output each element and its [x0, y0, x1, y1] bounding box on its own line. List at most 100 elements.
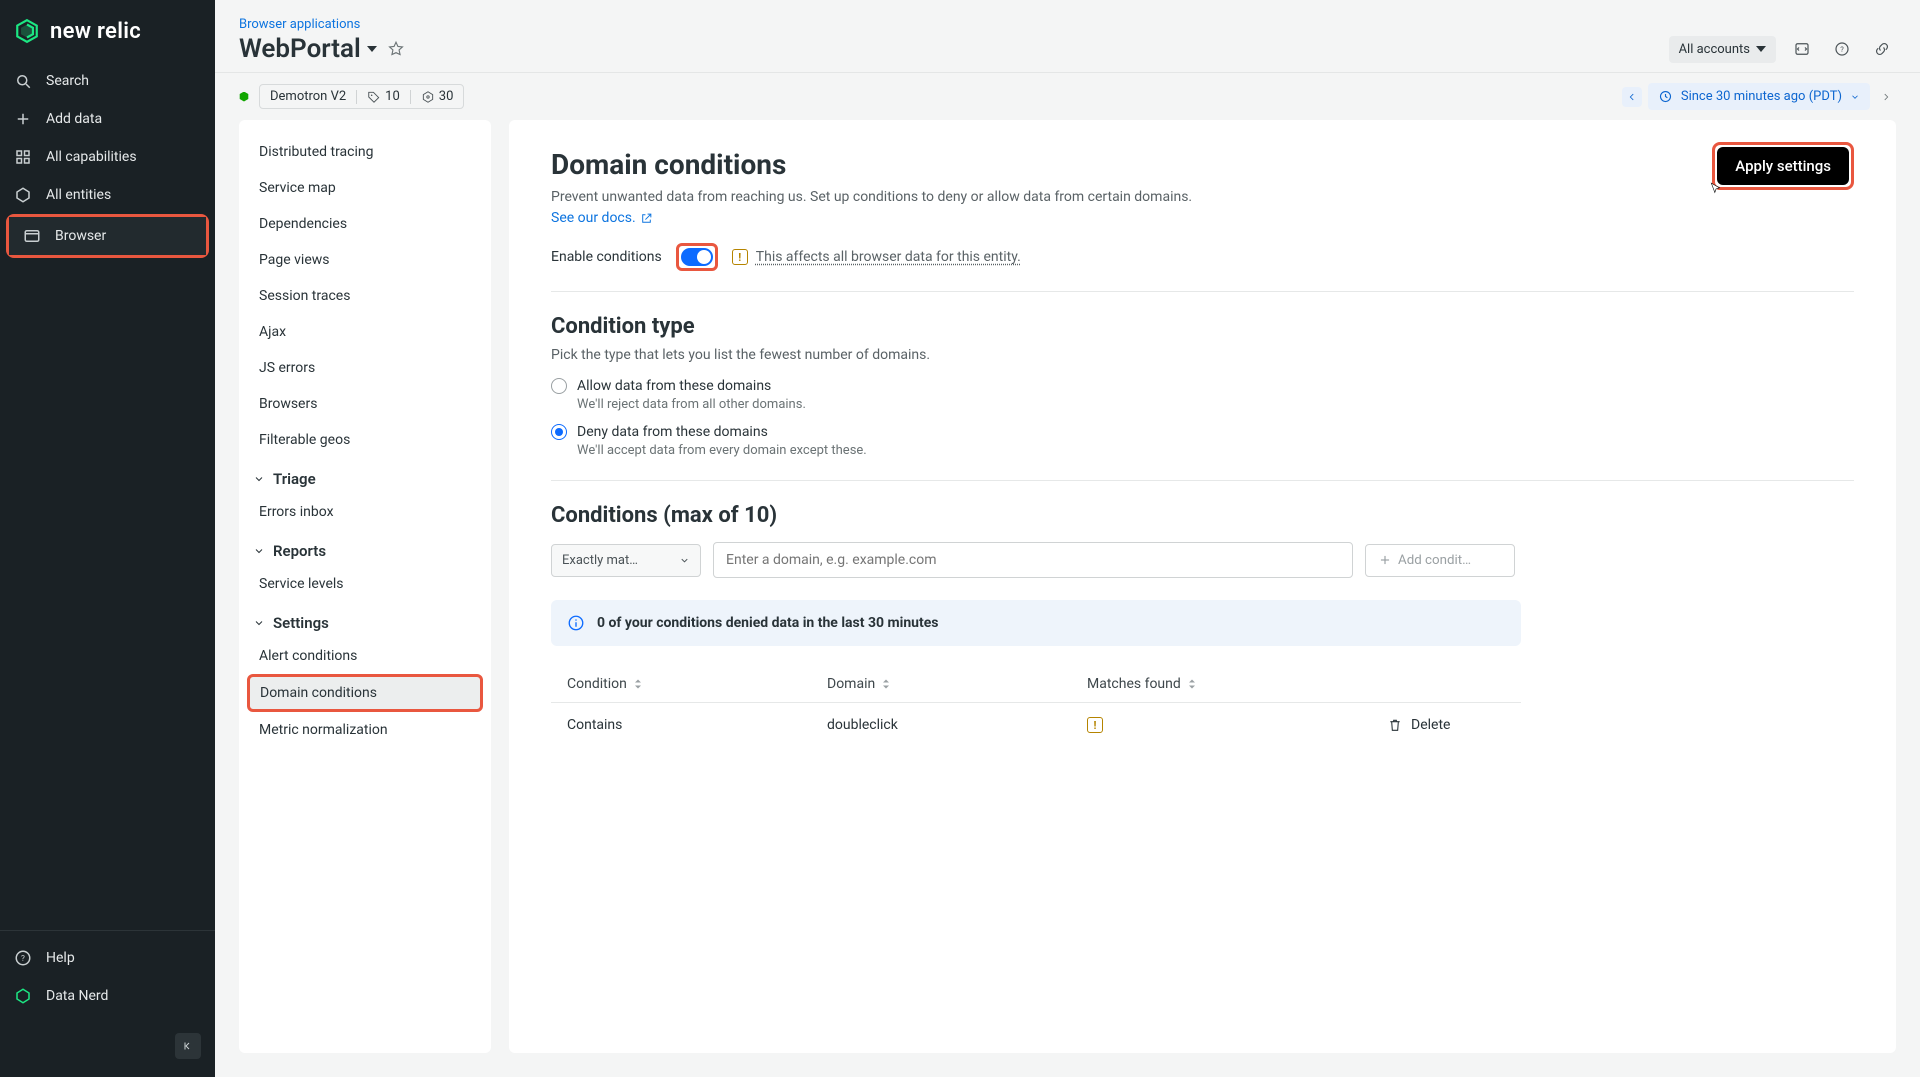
- svg-text:?: ?: [21, 954, 25, 964]
- health-status-icon: [239, 92, 249, 102]
- breadcrumb-link[interactable]: Browser applications: [239, 17, 360, 32]
- nav-label: All capabilities: [46, 149, 137, 165]
- collapse-icon: [182, 1040, 194, 1052]
- chevron-down-icon: [679, 555, 690, 566]
- newrelic-logo-icon: [14, 18, 40, 44]
- time-next-button[interactable]: [1876, 87, 1896, 107]
- nav-browser-highlight: Browser: [6, 214, 209, 258]
- nav-all-entities[interactable]: All entities: [0, 176, 215, 214]
- time-prev-button[interactable]: [1622, 87, 1642, 107]
- inner-nav-item[interactable]: Filterable geos: [247, 422, 483, 458]
- inner-nav-item[interactable]: Service levels: [247, 566, 483, 602]
- inner-nav-item[interactable]: Page views: [247, 242, 483, 278]
- inner-nav-item[interactable]: Ajax: [247, 314, 483, 350]
- info-banner: 0 of your conditions denied data in the …: [551, 600, 1521, 646]
- conditions-heading: Conditions (max of 10): [551, 503, 1854, 528]
- enable-conditions-toggle[interactable]: [681, 248, 713, 266]
- nav-label: Help: [46, 950, 75, 966]
- col-condition[interactable]: Condition: [567, 676, 827, 692]
- inner-nav-item[interactable]: Metric normalization: [247, 712, 483, 748]
- sidebar-footer: ? Help Data Nerd: [0, 930, 215, 1023]
- entity-warning: ! This affects all browser data for this…: [732, 249, 1021, 265]
- table-header: Condition Domain Matches found: [551, 666, 1521, 703]
- chevron-down-icon: [253, 545, 265, 557]
- inner-nav-item[interactable]: Errors inbox: [247, 494, 483, 530]
- tags-chip[interactable]: 10: [367, 89, 400, 104]
- warning-icon: !: [1087, 717, 1103, 733]
- domain-input[interactable]: [713, 542, 1353, 578]
- grid-icon: [14, 148, 32, 166]
- nav-label: Add data: [46, 111, 102, 127]
- inner-nav-domain-conditions[interactable]: Domain conditions: [247, 674, 483, 712]
- brand-logo[interactable]: new relic: [0, 0, 215, 54]
- plus-icon: [14, 110, 32, 128]
- radio-allow[interactable]: Allow data from these domains: [551, 378, 1854, 394]
- cell-condition: Contains: [567, 717, 827, 733]
- group-settings[interactable]: Settings: [247, 602, 483, 638]
- settings-panel: Domain conditions Prevent unwanted data …: [509, 120, 1896, 1053]
- nav-help[interactable]: ? Help: [0, 939, 215, 977]
- nav-all-capabilities[interactable]: All capabilities: [0, 138, 215, 176]
- add-condition-button[interactable]: Add condit…: [1365, 544, 1515, 577]
- inner-nav-item[interactable]: Session traces: [247, 278, 483, 314]
- radio-deny[interactable]: Deny data from these domains: [551, 424, 1854, 440]
- apply-settings-button[interactable]: Apply settings: [1717, 147, 1849, 185]
- apply-settings-highlight: Apply settings: [1712, 142, 1854, 190]
- radio-label: Deny data from these domains: [577, 424, 768, 440]
- query-builder-button[interactable]: [1788, 35, 1816, 63]
- tag-icon: [367, 90, 381, 104]
- docs-link[interactable]: See our docs.: [551, 208, 653, 229]
- chevron-down-icon: [253, 617, 265, 629]
- page-subtitle: Prevent unwanted data from reaching us. …: [551, 187, 1192, 229]
- sort-icon: [881, 678, 891, 690]
- col-domain[interactable]: Domain: [827, 676, 1087, 692]
- delete-row-button[interactable]: Delete: [1387, 717, 1537, 733]
- browser-icon: [23, 227, 41, 245]
- clock-icon: [1658, 89, 1673, 104]
- col-matches[interactable]: Matches found: [1087, 676, 1387, 692]
- nav-search[interactable]: Search: [0, 62, 215, 100]
- entity-meta-chip[interactable]: Demotron V2 10 30: [259, 84, 464, 109]
- time-picker[interactable]: Since 30 minutes ago (PDT): [1648, 83, 1870, 110]
- nav-label: Search: [46, 73, 89, 89]
- hexagon-icon: [14, 186, 32, 204]
- group-reports[interactable]: Reports: [247, 530, 483, 566]
- cursor-icon: [1709, 182, 1723, 196]
- account-picker[interactable]: All accounts: [1669, 36, 1776, 63]
- nav-label: Data Nerd: [46, 988, 108, 1004]
- group-triage[interactable]: Triage: [247, 458, 483, 494]
- time-label: Since 30 minutes ago (PDT): [1681, 89, 1842, 104]
- inner-nav-item[interactable]: JS errors: [247, 350, 483, 386]
- inner-nav-item[interactable]: Service map: [247, 170, 483, 206]
- match-type-select[interactable]: Exactly mat…: [551, 544, 701, 577]
- favorite-star-icon[interactable]: [387, 40, 405, 58]
- inner-nav-item[interactable]: Alert conditions: [247, 638, 483, 674]
- nav-add-data[interactable]: Add data: [0, 100, 215, 138]
- conditions-table: Condition Domain Matches found Contains …: [551, 666, 1521, 747]
- nav-user[interactable]: Data Nerd: [0, 977, 215, 1015]
- cell-matches: !: [1087, 717, 1387, 733]
- info-icon: [567, 614, 585, 632]
- enable-conditions-label: Enable conditions: [551, 249, 662, 265]
- collapse-sidebar-button[interactable]: [175, 1033, 201, 1059]
- radio-icon: [551, 424, 567, 440]
- main-area: Browser applications WebPortal All accou…: [215, 0, 1920, 1077]
- nav-browser[interactable]: Browser: [9, 217, 206, 255]
- cell-domain: doubleclick: [827, 717, 1087, 733]
- secondary-nav: Distributed tracing Service map Dependen…: [239, 120, 491, 1053]
- inner-nav-item[interactable]: Browsers: [247, 386, 483, 422]
- entity-title: WebPortal: [239, 34, 361, 64]
- entity-title-dropdown[interactable]: WebPortal: [239, 34, 377, 64]
- inner-nav-item[interactable]: Dependencies: [247, 206, 483, 242]
- related-icon: [421, 90, 435, 104]
- warning-text[interactable]: This affects all browser data for this e…: [756, 249, 1021, 265]
- share-link-button[interactable]: [1868, 35, 1896, 63]
- help-button[interactable]: ?: [1828, 35, 1856, 63]
- plus-icon: [1378, 553, 1392, 567]
- related-chip[interactable]: 30: [421, 89, 454, 104]
- nav-label: All entities: [46, 187, 111, 203]
- search-icon: [14, 72, 32, 90]
- inner-nav-item[interactable]: Distributed tracing: [247, 134, 483, 170]
- metabar: Demotron V2 10 30 Sinc: [215, 73, 1920, 120]
- radio-allow-help: We'll reject data from all other domains…: [577, 397, 1854, 412]
